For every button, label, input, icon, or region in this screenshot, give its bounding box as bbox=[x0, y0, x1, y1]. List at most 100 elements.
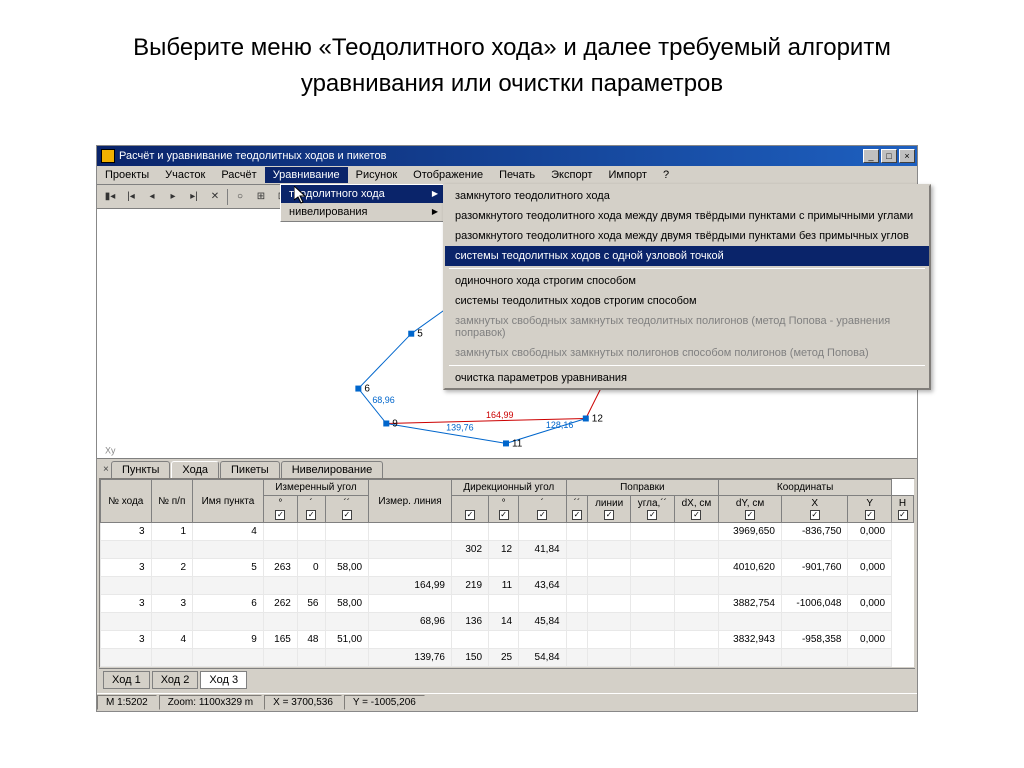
cell[interactable] bbox=[588, 631, 631, 649]
cell[interactable] bbox=[848, 577, 892, 595]
cell[interactable]: 3 bbox=[101, 631, 152, 649]
submenu-item[interactable]: разомкнутого теодолитного хода между дву… bbox=[445, 206, 929, 226]
cell[interactable] bbox=[674, 649, 718, 667]
cell[interactable] bbox=[588, 559, 631, 577]
nav-prev-page-button[interactable]: |◂ bbox=[122, 188, 140, 206]
tool-1-button[interactable]: ○ bbox=[231, 188, 249, 206]
cell[interactable]: 0,000 bbox=[848, 595, 892, 613]
cell[interactable] bbox=[193, 577, 264, 595]
cell[interactable] bbox=[452, 595, 489, 613]
cell[interactable] bbox=[489, 523, 519, 541]
cell[interactable] bbox=[566, 541, 588, 559]
cell[interactable] bbox=[519, 595, 566, 613]
cell[interactable]: 3 bbox=[101, 559, 152, 577]
table-row[interactable]: 139,761502554,84 bbox=[101, 649, 914, 667]
cell[interactable]: 12 bbox=[489, 541, 519, 559]
hod-tab[interactable]: Ход 2 bbox=[152, 671, 199, 689]
cell[interactable]: 150 bbox=[452, 649, 489, 667]
cell[interactable]: 165 bbox=[263, 631, 297, 649]
minimize-button[interactable]: _ bbox=[863, 149, 879, 163]
cell[interactable]: 219 bbox=[452, 577, 489, 595]
cell[interactable] bbox=[588, 541, 631, 559]
submenu-item[interactable]: разомкнутого теодолитного хода между дву… bbox=[445, 226, 929, 246]
cell[interactable]: 3969,650 bbox=[719, 523, 782, 541]
cell[interactable]: 262 bbox=[263, 595, 297, 613]
cell[interactable] bbox=[630, 559, 674, 577]
cell[interactable] bbox=[630, 577, 674, 595]
cell[interactable] bbox=[489, 595, 519, 613]
cell[interactable] bbox=[630, 595, 674, 613]
cell[interactable] bbox=[101, 577, 152, 595]
nav-next-button[interactable]: ▸ bbox=[164, 188, 182, 206]
cell[interactable]: 3832,943 bbox=[719, 631, 782, 649]
cell[interactable]: 58,00 bbox=[325, 595, 369, 613]
cell[interactable] bbox=[588, 649, 631, 667]
data-grid[interactable]: № хода№ п/пИмя пунктаИзмеренный уголИзме… bbox=[99, 478, 915, 668]
table-row[interactable]: 325263058,004010,620-901,7600,000 bbox=[101, 559, 914, 577]
cell[interactable]: 48 bbox=[297, 631, 325, 649]
menu-расчёт[interactable]: Расчёт bbox=[213, 167, 264, 183]
submenu-item[interactable]: одиночного хода строгим способом bbox=[445, 271, 929, 291]
cell[interactable]: 4 bbox=[193, 523, 264, 541]
cell[interactable] bbox=[674, 631, 718, 649]
cell[interactable] bbox=[566, 559, 588, 577]
cell[interactable] bbox=[848, 649, 892, 667]
cell[interactable] bbox=[848, 541, 892, 559]
cell[interactable]: 263 bbox=[263, 559, 297, 577]
nav-prev-button[interactable]: ◂ bbox=[143, 188, 161, 206]
hod-tab[interactable]: Ход 3 bbox=[200, 671, 247, 689]
menu-проекты[interactable]: Проекты bbox=[97, 167, 157, 183]
cell[interactable]: 136 bbox=[452, 613, 489, 631]
cell[interactable] bbox=[630, 631, 674, 649]
dropdown-item[interactable]: нивелирования▶ bbox=[281, 203, 444, 221]
close-button[interactable]: × bbox=[899, 149, 915, 163]
cell[interactable] bbox=[263, 523, 297, 541]
cell[interactable] bbox=[263, 541, 297, 559]
cell[interactable] bbox=[369, 541, 452, 559]
cell[interactable] bbox=[630, 523, 674, 541]
cell[interactable] bbox=[566, 595, 588, 613]
cell[interactable] bbox=[263, 577, 297, 595]
cell[interactable]: 3 bbox=[101, 595, 152, 613]
cell[interactable] bbox=[674, 595, 718, 613]
cell[interactable] bbox=[101, 613, 152, 631]
menu-печать[interactable]: Печать bbox=[491, 167, 543, 183]
cell[interactable] bbox=[151, 649, 192, 667]
cell[interactable]: 4 bbox=[151, 631, 192, 649]
dropdown-item[interactable]: теодолитного хода▶ bbox=[281, 185, 444, 203]
cell[interactable]: 43,64 bbox=[519, 577, 566, 595]
cell[interactable] bbox=[151, 541, 192, 559]
cell[interactable] bbox=[566, 613, 588, 631]
cell[interactable]: 56 bbox=[297, 595, 325, 613]
menu-?[interactable]: ? bbox=[655, 167, 677, 183]
cell[interactable] bbox=[630, 649, 674, 667]
cell[interactable] bbox=[297, 649, 325, 667]
hod-tab[interactable]: Ход 1 bbox=[103, 671, 150, 689]
cell[interactable]: 3 bbox=[151, 595, 192, 613]
nav-last-button[interactable]: ✕ bbox=[206, 188, 224, 206]
cell[interactable] bbox=[588, 577, 631, 595]
cell[interactable] bbox=[719, 613, 782, 631]
menu-рисунок[interactable]: Рисунок bbox=[348, 167, 406, 183]
cell[interactable]: 11 bbox=[489, 577, 519, 595]
cell[interactable] bbox=[452, 631, 489, 649]
cell[interactable] bbox=[519, 631, 566, 649]
cell[interactable] bbox=[452, 523, 489, 541]
cell[interactable] bbox=[297, 541, 325, 559]
cell[interactable] bbox=[566, 523, 588, 541]
cell[interactable]: 51,00 bbox=[325, 631, 369, 649]
cell[interactable]: 14 bbox=[489, 613, 519, 631]
cell[interactable]: 164,99 bbox=[369, 577, 452, 595]
cell[interactable]: -958,358 bbox=[781, 631, 848, 649]
cell[interactable] bbox=[193, 541, 264, 559]
cell[interactable] bbox=[101, 649, 152, 667]
menu-экспорт[interactable]: Экспорт bbox=[543, 167, 600, 183]
cell[interactable]: 45,84 bbox=[519, 613, 566, 631]
cell[interactable] bbox=[781, 649, 848, 667]
cell[interactable] bbox=[588, 613, 631, 631]
cell[interactable]: 54,84 bbox=[519, 649, 566, 667]
cell[interactable]: 5 bbox=[193, 559, 264, 577]
cell[interactable] bbox=[297, 577, 325, 595]
cell[interactable]: 25 bbox=[489, 649, 519, 667]
submenu-item[interactable]: очистка параметров уравнивания bbox=[445, 368, 929, 388]
